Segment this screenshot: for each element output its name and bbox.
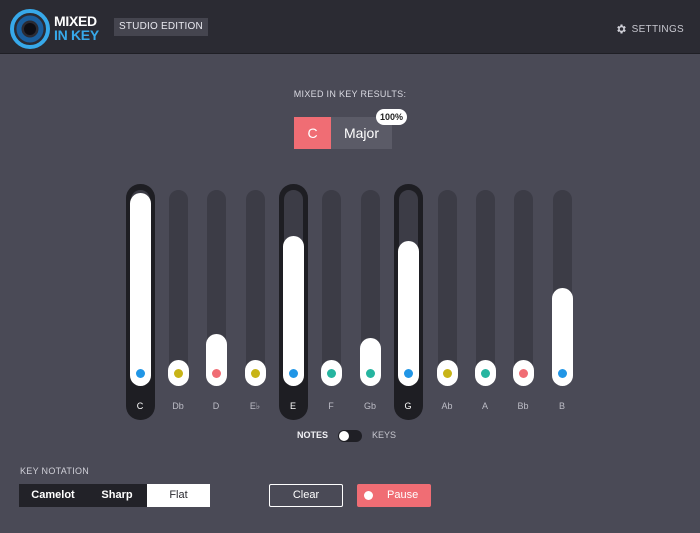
note-level-bar	[397, 241, 419, 386]
notation-sharp-button[interactable]: Sharp	[87, 484, 147, 507]
settings-label: SETTINGS	[631, 23, 684, 35]
note-dot	[250, 368, 260, 378]
results-heading: MIXED IN KEY RESULTS:	[293, 89, 407, 99]
note-track	[475, 190, 495, 386]
note-track	[437, 190, 457, 386]
notes-keys-switch[interactable]	[338, 430, 362, 442]
note-dot	[365, 368, 375, 378]
key-result-note: C	[294, 117, 331, 149]
toggle-keys-label[interactable]: KEYS	[372, 430, 396, 440]
note-track	[245, 190, 265, 386]
brand-line-1: MIXED	[54, 13, 97, 29]
record-dot-icon	[364, 491, 373, 500]
notation-flat-button[interactable]: Flat	[147, 484, 210, 507]
note-track	[321, 190, 341, 386]
edition-badge: STUDIO EDITION	[114, 18, 208, 36]
clear-button[interactable]: Clear	[269, 484, 343, 507]
note-track	[168, 190, 188, 386]
note-label: C	[136, 401, 144, 411]
key-notation-label: KEY NOTATION	[20, 466, 90, 476]
note-level-bar	[359, 337, 381, 386]
notation-camelot-button[interactable]: Camelot	[19, 484, 87, 507]
confidence-badge: 100%	[376, 109, 408, 125]
note-dot	[211, 368, 221, 378]
toggle-notes-label[interactable]: NOTES	[297, 430, 328, 440]
note-dot	[288, 368, 298, 378]
notes-keys-toggle-row: NOTES KEYS	[0, 430, 700, 442]
note-label: E	[289, 401, 296, 411]
note-label: Bb	[517, 401, 529, 411]
note-label: G	[404, 401, 412, 411]
note-dot	[480, 368, 490, 378]
gear-icon	[616, 24, 626, 34]
note-label: A	[481, 401, 488, 411]
note-level-bar	[129, 193, 151, 386]
note-level-bar	[282, 236, 304, 386]
mixed-in-key-logo-icon	[10, 9, 50, 49]
note-label: Ab	[441, 401, 453, 411]
note-dot	[326, 368, 336, 378]
switch-knob	[339, 431, 349, 441]
settings-button[interactable]: SETTINGS	[615, 23, 684, 35]
note-label: D	[212, 401, 220, 411]
note-dot	[403, 368, 413, 378]
note-label: E♭	[249, 401, 261, 411]
app-header: MIXED IN KEY STUDIO EDITION SETTINGS	[0, 0, 700, 54]
pause-label: Pause	[387, 489, 419, 501]
key-notation-selector: Camelot Sharp Flat	[19, 484, 210, 507]
note-level-bar	[205, 334, 227, 386]
note-dot	[557, 368, 567, 378]
note-dot	[135, 368, 145, 378]
note-label: Db	[172, 401, 184, 411]
brand-line-2: IN KEY	[54, 27, 99, 43]
pause-button[interactable]: Pause	[357, 484, 431, 507]
note-dot	[173, 368, 183, 378]
note-dot	[442, 368, 452, 378]
brand-name: MIXED IN KEY	[54, 14, 99, 42]
note-dot	[518, 368, 528, 378]
note-label: B	[558, 401, 565, 411]
note-label: F	[328, 401, 334, 411]
note-track	[513, 190, 533, 386]
note-label: Gb	[363, 401, 376, 411]
